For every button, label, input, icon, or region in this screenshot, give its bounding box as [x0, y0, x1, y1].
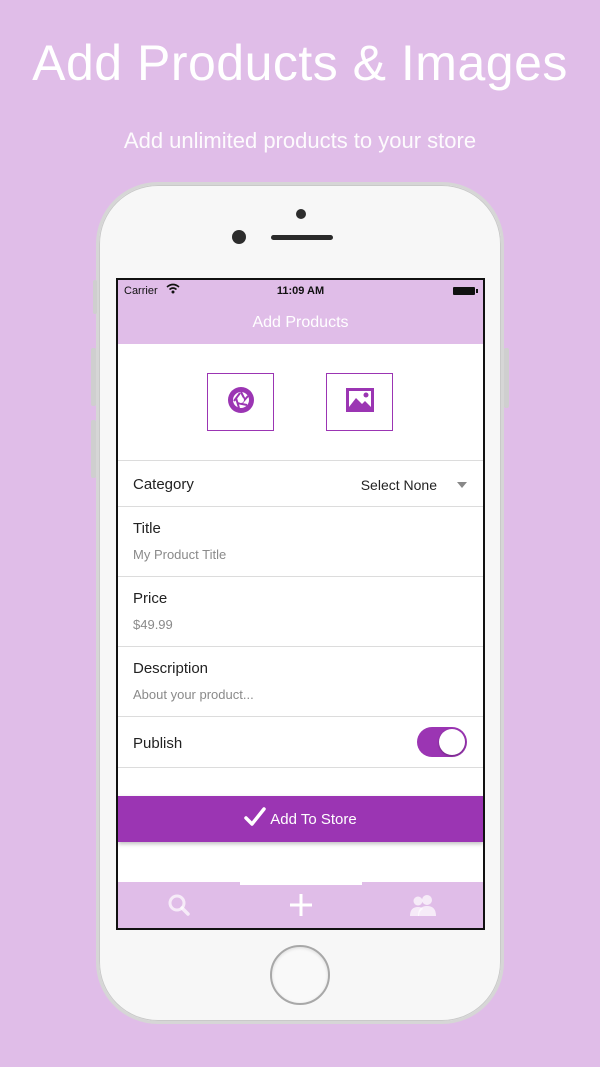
camera-aperture-icon — [226, 385, 256, 420]
price-input[interactable]: $49.99 — [133, 617, 173, 632]
earpiece-speaker — [271, 235, 333, 240]
users-icon — [408, 893, 438, 922]
publish-label: Publish — [133, 735, 183, 752]
tab-add[interactable] — [240, 882, 362, 928]
title-label: Title — [133, 520, 161, 537]
add-to-store-button[interactable]: Add To Store — [118, 796, 483, 842]
gallery-button[interactable] — [326, 373, 393, 431]
price-row: Price $49.99 — [118, 576, 483, 646]
tab-search[interactable] — [118, 882, 240, 928]
media-picker-row — [118, 344, 483, 460]
tab-bar — [118, 882, 483, 928]
price-label: Price — [133, 590, 168, 607]
status-bar: Carrier 11:09 AM — [118, 280, 483, 302]
mute-switch — [93, 280, 97, 314]
checkmark-icon — [244, 807, 267, 831]
description-row: Description About your product... — [118, 646, 483, 716]
phone-screen: Carrier 11:09 AM Add Products Category S… — [116, 278, 485, 930]
add-to-store-label: Add To Store — [270, 810, 357, 828]
nav-title: Add Products — [252, 314, 349, 331]
publish-row: Publish — [118, 716, 483, 768]
front-camera — [232, 230, 246, 244]
status-time: 11:09 AM — [276, 285, 325, 297]
volume-up-button — [91, 348, 96, 406]
plus-icon — [288, 892, 314, 923]
chevron-down-icon — [457, 482, 467, 488]
power-button — [504, 348, 509, 408]
title-input[interactable]: My Product Title — [133, 547, 226, 562]
search-icon — [167, 893, 191, 922]
image-gallery-icon — [345, 387, 375, 418]
home-button[interactable] — [270, 945, 330, 1005]
camera-button[interactable] — [207, 373, 274, 431]
front-sensor — [296, 209, 306, 219]
volume-down-button — [91, 420, 96, 478]
banner-headline: Add Products & Images — [32, 35, 568, 91]
category-row[interactable]: Category Select None — [118, 460, 483, 506]
publish-toggle[interactable] — [417, 727, 467, 757]
description-label: Description — [133, 660, 209, 677]
banner-subline: Add unlimited products to your store — [123, 128, 477, 153]
title-row: Title My Product Title — [118, 506, 483, 576]
category-label: Category — [133, 476, 194, 493]
category-select[interactable]: Select None — [361, 477, 437, 493]
nav-bar: Add Products — [118, 302, 483, 344]
battery-icon — [453, 287, 478, 295]
description-input[interactable]: About your product... — [133, 687, 254, 702]
toggle-knob — [439, 729, 465, 755]
tab-users[interactable] — [362, 882, 483, 928]
